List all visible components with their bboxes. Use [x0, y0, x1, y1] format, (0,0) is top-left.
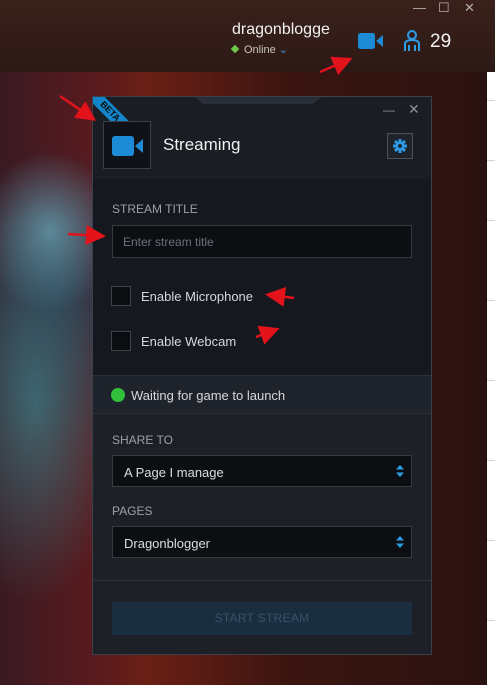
gear-icon: [393, 139, 407, 153]
share-to-select[interactable]: A Page I manage: [112, 455, 412, 487]
panel-title: Streaming: [163, 135, 241, 154]
pages-value: Dragonblogger: [124, 536, 211, 551]
webcam-checkbox[interactable]: [111, 331, 131, 351]
share-to-value: A Page I manage: [124, 465, 224, 480]
start-stream-button[interactable]: START STREAM: [112, 602, 412, 635]
select-arrows-icon: [396, 536, 404, 548]
pages-label: PAGES: [112, 504, 153, 518]
panel-drag-handle[interactable]: [193, 97, 323, 104]
video-camera-icon: [112, 136, 143, 156]
streaming-panel: BETA — ✕ Streaming STREAM TITLE Enable M…: [92, 96, 432, 655]
pages-select[interactable]: Dragonblogger: [112, 526, 412, 558]
right-edge-line: [487, 460, 495, 461]
right-edge-line: [487, 540, 495, 541]
right-edge-line: [487, 300, 495, 301]
select-arrows-icon: [396, 465, 404, 477]
right-edge-line: [487, 620, 495, 621]
share-to-label: SHARE TO: [112, 433, 173, 447]
microphone-checkbox[interactable]: [111, 286, 131, 306]
close-window-button[interactable]: ✕: [464, 0, 475, 16]
online-status-label: Online: [244, 44, 276, 56]
microphone-label[interactable]: Enable Microphone: [141, 289, 253, 304]
panel-divider: [93, 580, 431, 581]
online-status[interactable]: Online ⌄: [230, 43, 289, 56]
right-edge-line: [487, 100, 495, 101]
right-edge-strip: [487, 72, 495, 685]
stream-title-label: STREAM TITLE: [112, 202, 198, 216]
minimize-window-button[interactable]: —: [413, 0, 426, 15]
streaming-logo: [103, 121, 151, 169]
stream-title-input[interactable]: [112, 225, 412, 258]
stream-status-bar: Waiting for game to launch: [93, 375, 431, 414]
friends-count[interactable]: 29: [430, 31, 451, 53]
maximize-window-button[interactable]: ☐: [438, 0, 450, 16]
username[interactable]: dragonblogge: [232, 21, 330, 39]
settings-button[interactable]: [387, 133, 413, 159]
panel-close-button[interactable]: ✕: [408, 101, 420, 118]
online-diamond-icon: [230, 44, 240, 54]
status-dot-icon: [111, 388, 125, 402]
right-edge-line: [487, 220, 495, 221]
webcam-label[interactable]: Enable Webcam: [141, 334, 236, 349]
right-edge-line: [487, 380, 495, 381]
right-edge-line: [487, 160, 495, 161]
stream-status-text: Waiting for game to launch: [131, 388, 286, 403]
panel-minimize-button[interactable]: —: [383, 103, 395, 117]
friends-icon[interactable]: [403, 30, 421, 52]
chevron-down-icon: ⌄: [278, 44, 289, 56]
video-camera-icon[interactable]: [358, 32, 384, 50]
top-bar: — ☐ ✕ dragonblogge Online ⌄ 29: [0, 0, 495, 72]
